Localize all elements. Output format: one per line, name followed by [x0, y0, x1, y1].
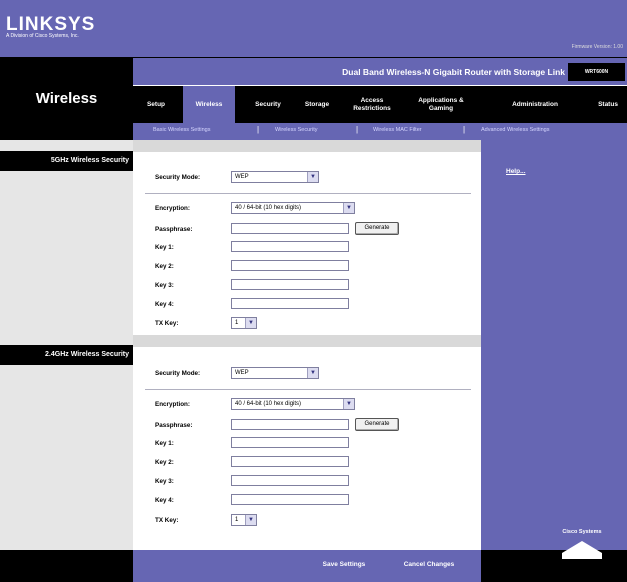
- encryption-value: 40 / 64-bit (10 hex digits): [235, 205, 302, 211]
- header-bar: LINKSYS A Division of Cisco Systems, Inc…: [0, 0, 627, 58]
- chevron-down-icon: ▼: [245, 515, 256, 525]
- subtab-wireless-security[interactable]: Wireless Security: [275, 127, 317, 133]
- tab-administration[interactable]: Administration: [481, 86, 589, 123]
- key2-input-5ghz[interactable]: [231, 260, 349, 271]
- save-settings-button[interactable]: Save Settings: [308, 557, 380, 573]
- txkey-label: TX Key:: [155, 517, 179, 524]
- key3-input-5ghz[interactable]: [231, 279, 349, 290]
- security-mode-select-5ghz[interactable]: WEP ▼: [231, 171, 319, 183]
- subtab-advanced-wireless[interactable]: Advanced Wireless Settings: [481, 127, 549, 133]
- key2-label: Key 2:: [155, 263, 174, 270]
- key4-label: Key 4:: [155, 301, 174, 308]
- key3-label: Key 3:: [155, 478, 174, 485]
- cancel-changes-button[interactable]: Cancel Changes: [390, 557, 468, 573]
- subtab-separator: |: [463, 125, 466, 134]
- security-mode-label: Security Mode:: [155, 370, 201, 377]
- passphrase-input-24ghz[interactable]: [231, 419, 349, 430]
- main-content: Security Mode: WEP ▼ Encryption: 40 / 64…: [133, 140, 481, 550]
- passphrase-input-5ghz[interactable]: [231, 223, 349, 234]
- encryption-select-5ghz[interactable]: 40 / 64-bit (10 hex digits) ▼: [231, 202, 355, 214]
- cisco-logo: Cisco Systems: [542, 529, 622, 569]
- generate-button-5ghz[interactable]: Generate: [355, 222, 399, 235]
- tab-security[interactable]: Security: [245, 86, 291, 123]
- key3-label: Key 3:: [155, 282, 174, 289]
- encryption-label: Encryption:: [155, 205, 190, 212]
- key1-label: Key 1:: [155, 440, 174, 447]
- page-title: Wireless: [35, 90, 98, 107]
- footer-bar: Save Settings Cancel Changes: [133, 550, 481, 582]
- tab-applications-gaming[interactable]: Applications & Gaming: [409, 86, 473, 123]
- key1-label: Key 1:: [155, 244, 174, 251]
- key2-label: Key 2:: [155, 459, 174, 466]
- firmware-version: Firmware Version: 1.00: [571, 44, 623, 50]
- txkey-value: 1: [235, 517, 239, 523]
- footer-left: [0, 550, 133, 582]
- section-heading-5ghz: 5GHz Wireless Security: [0, 151, 133, 171]
- txkey-select-5ghz[interactable]: 1 ▼: [231, 317, 257, 329]
- logo-subtitle: A Division of Cisco Systems, Inc.: [6, 33, 79, 39]
- divider: [145, 193, 471, 194]
- chevron-down-icon: ▼: [307, 368, 318, 378]
- security-mode-value: WEP: [235, 174, 249, 180]
- tab-status[interactable]: Status: [589, 86, 627, 123]
- security-mode-select-24ghz[interactable]: WEP ▼: [231, 367, 319, 379]
- subtab-separator: |: [356, 125, 359, 134]
- generate-button-24ghz[interactable]: Generate: [355, 418, 399, 431]
- section-spacer: [133, 335, 481, 347]
- key1-input-24ghz[interactable]: [231, 437, 349, 448]
- encryption-label: Encryption:: [155, 401, 190, 408]
- chevron-down-icon: ▼: [245, 318, 256, 328]
- key4-input-5ghz[interactable]: [231, 298, 349, 309]
- tab-wireless[interactable]: Wireless: [183, 86, 235, 123]
- txkey-value: 1: [235, 320, 239, 326]
- encryption-select-24ghz[interactable]: 40 / 64-bit (10 hex digits) ▼: [231, 398, 355, 410]
- section-spacer: [133, 140, 481, 152]
- key3-input-24ghz[interactable]: [231, 475, 349, 486]
- product-name: Dual Band Wireless-N Gigabit Router with…: [342, 67, 565, 77]
- chevron-down-icon: ▼: [307, 172, 318, 182]
- key2-input-24ghz[interactable]: [231, 456, 349, 467]
- cisco-bridge-icon: [562, 541, 602, 559]
- tab-access-restrictions[interactable]: Access Restrictions: [343, 86, 401, 123]
- passphrase-label: Passphrase:: [155, 422, 193, 429]
- model-number: WRT600N: [568, 63, 625, 81]
- passphrase-label: Passphrase:: [155, 226, 193, 233]
- encryption-value: 40 / 64-bit (10 hex digits): [235, 401, 302, 407]
- help-column: Help...: [481, 140, 627, 550]
- tab-storage[interactable]: Storage: [295, 86, 339, 123]
- help-link[interactable]: Help...: [506, 168, 526, 175]
- security-mode-value: WEP: [235, 370, 249, 376]
- chevron-down-icon: ▼: [343, 203, 354, 213]
- security-mode-label: Security Mode:: [155, 174, 201, 181]
- subtab-basic-wireless[interactable]: Basic Wireless Settings: [153, 127, 210, 133]
- key1-input-5ghz[interactable]: [231, 241, 349, 252]
- txkey-select-24ghz[interactable]: 1 ▼: [231, 514, 257, 526]
- sub-tabs: Basic Wireless Settings | Wireless Secur…: [133, 123, 627, 140]
- subtab-mac-filter[interactable]: Wireless MAC Filter: [373, 127, 422, 133]
- main-tabs: Setup Wireless Security Storage Access R…: [133, 86, 627, 123]
- section-heading-24ghz: 2.4GHz Wireless Security: [0, 345, 133, 365]
- subtab-separator: |: [257, 125, 260, 134]
- key4-input-24ghz[interactable]: [231, 494, 349, 505]
- tab-setup[interactable]: Setup: [137, 86, 175, 123]
- divider: [145, 389, 471, 390]
- chevron-down-icon: ▼: [343, 399, 354, 409]
- txkey-label: TX Key:: [155, 320, 179, 327]
- product-bar: Dual Band Wireless-N Gigabit Router with…: [133, 58, 627, 86]
- key4-label: Key 4:: [155, 497, 174, 504]
